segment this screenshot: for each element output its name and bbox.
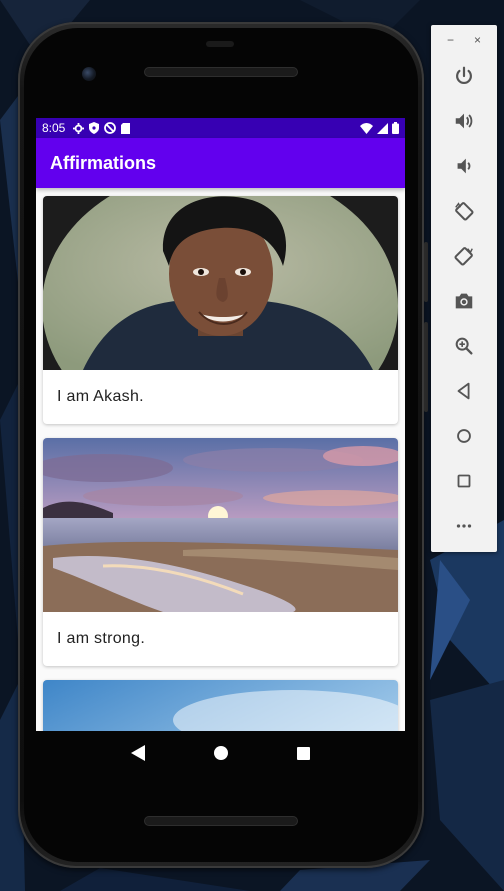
shield-icon: [89, 122, 100, 134]
status-time: 8:05: [42, 121, 66, 135]
back-button[interactable]: [128, 743, 148, 763]
affirmation-image: [43, 680, 398, 731]
zoom-button[interactable]: [431, 323, 497, 368]
volume-up-icon: [455, 113, 473, 128]
top-speaker: [144, 67, 298, 77]
app-title: Affirmations: [50, 152, 157, 173]
volume-side-button: [424, 322, 428, 412]
volume-down-icon: [457, 158, 471, 173]
rotate-right-button[interactable]: [431, 233, 497, 278]
signal-icon: [377, 122, 388, 134]
close-button[interactable]: ×: [474, 33, 481, 53]
power-icon: [456, 66, 472, 84]
more-horizontal-icon: [456, 523, 472, 528]
affirmation-text: I am Akash.: [57, 388, 144, 405]
home-button[interactable]: [211, 743, 231, 763]
minimize-button[interactable]: −: [447, 33, 454, 53]
home-outline-icon: [457, 428, 471, 443]
more-options-button[interactable]: [431, 503, 497, 548]
bottom-speaker: [144, 816, 298, 826]
back-triangle-icon: [130, 745, 145, 761]
front-camera: [82, 67, 96, 81]
overview-outline-icon: [457, 474, 471, 487]
app-bar: Affirmations: [36, 138, 405, 188]
navigation-bar: [36, 731, 405, 775]
affirmation-image: [43, 438, 398, 612]
power-side-button: [424, 242, 428, 302]
recents-button[interactable]: [294, 743, 314, 763]
screenshot-button[interactable]: [431, 278, 497, 323]
wifi-icon: [360, 122, 373, 134]
volume-up-button[interactable]: [431, 98, 497, 143]
settings-icon: [73, 122, 85, 134]
affirmation-card[interactable]: I am strong.: [43, 438, 398, 666]
battery-icon: [392, 122, 399, 134]
status-bar: 8:05: [36, 118, 405, 138]
top-sensor: [206, 41, 234, 47]
affirmation-image: [43, 196, 398, 370]
emulator-toolbar: − ×: [431, 25, 497, 552]
power-button[interactable]: [431, 53, 497, 98]
rotate-right-icon: [454, 246, 473, 266]
affirmation-text: I am strong.: [57, 630, 146, 647]
rotate-left-icon: [455, 201, 474, 221]
home-circle-icon: [213, 746, 228, 760]
data-saver-icon: [104, 122, 117, 134]
affirmation-card[interactable]: I am Akash.: [43, 196, 398, 424]
sd-card-icon: [121, 122, 131, 134]
overview-nav-button[interactable]: [431, 458, 497, 503]
affirmation-list[interactable]: I am Akash. I am strong.: [36, 188, 405, 731]
rotate-left-button[interactable]: [431, 188, 497, 233]
home-nav-button[interactable]: [431, 413, 497, 458]
recents-square-icon: [297, 746, 310, 760]
back-outline-icon: [457, 382, 470, 399]
volume-down-button[interactable]: [431, 143, 497, 188]
affirmation-card[interactable]: [43, 680, 398, 731]
zoom-in-icon: [455, 337, 473, 355]
back-nav-button[interactable]: [431, 368, 497, 413]
camera-icon: [455, 293, 473, 308]
device-screen: 8:05 Affirmations I am Akash. I am stron…: [36, 118, 405, 731]
